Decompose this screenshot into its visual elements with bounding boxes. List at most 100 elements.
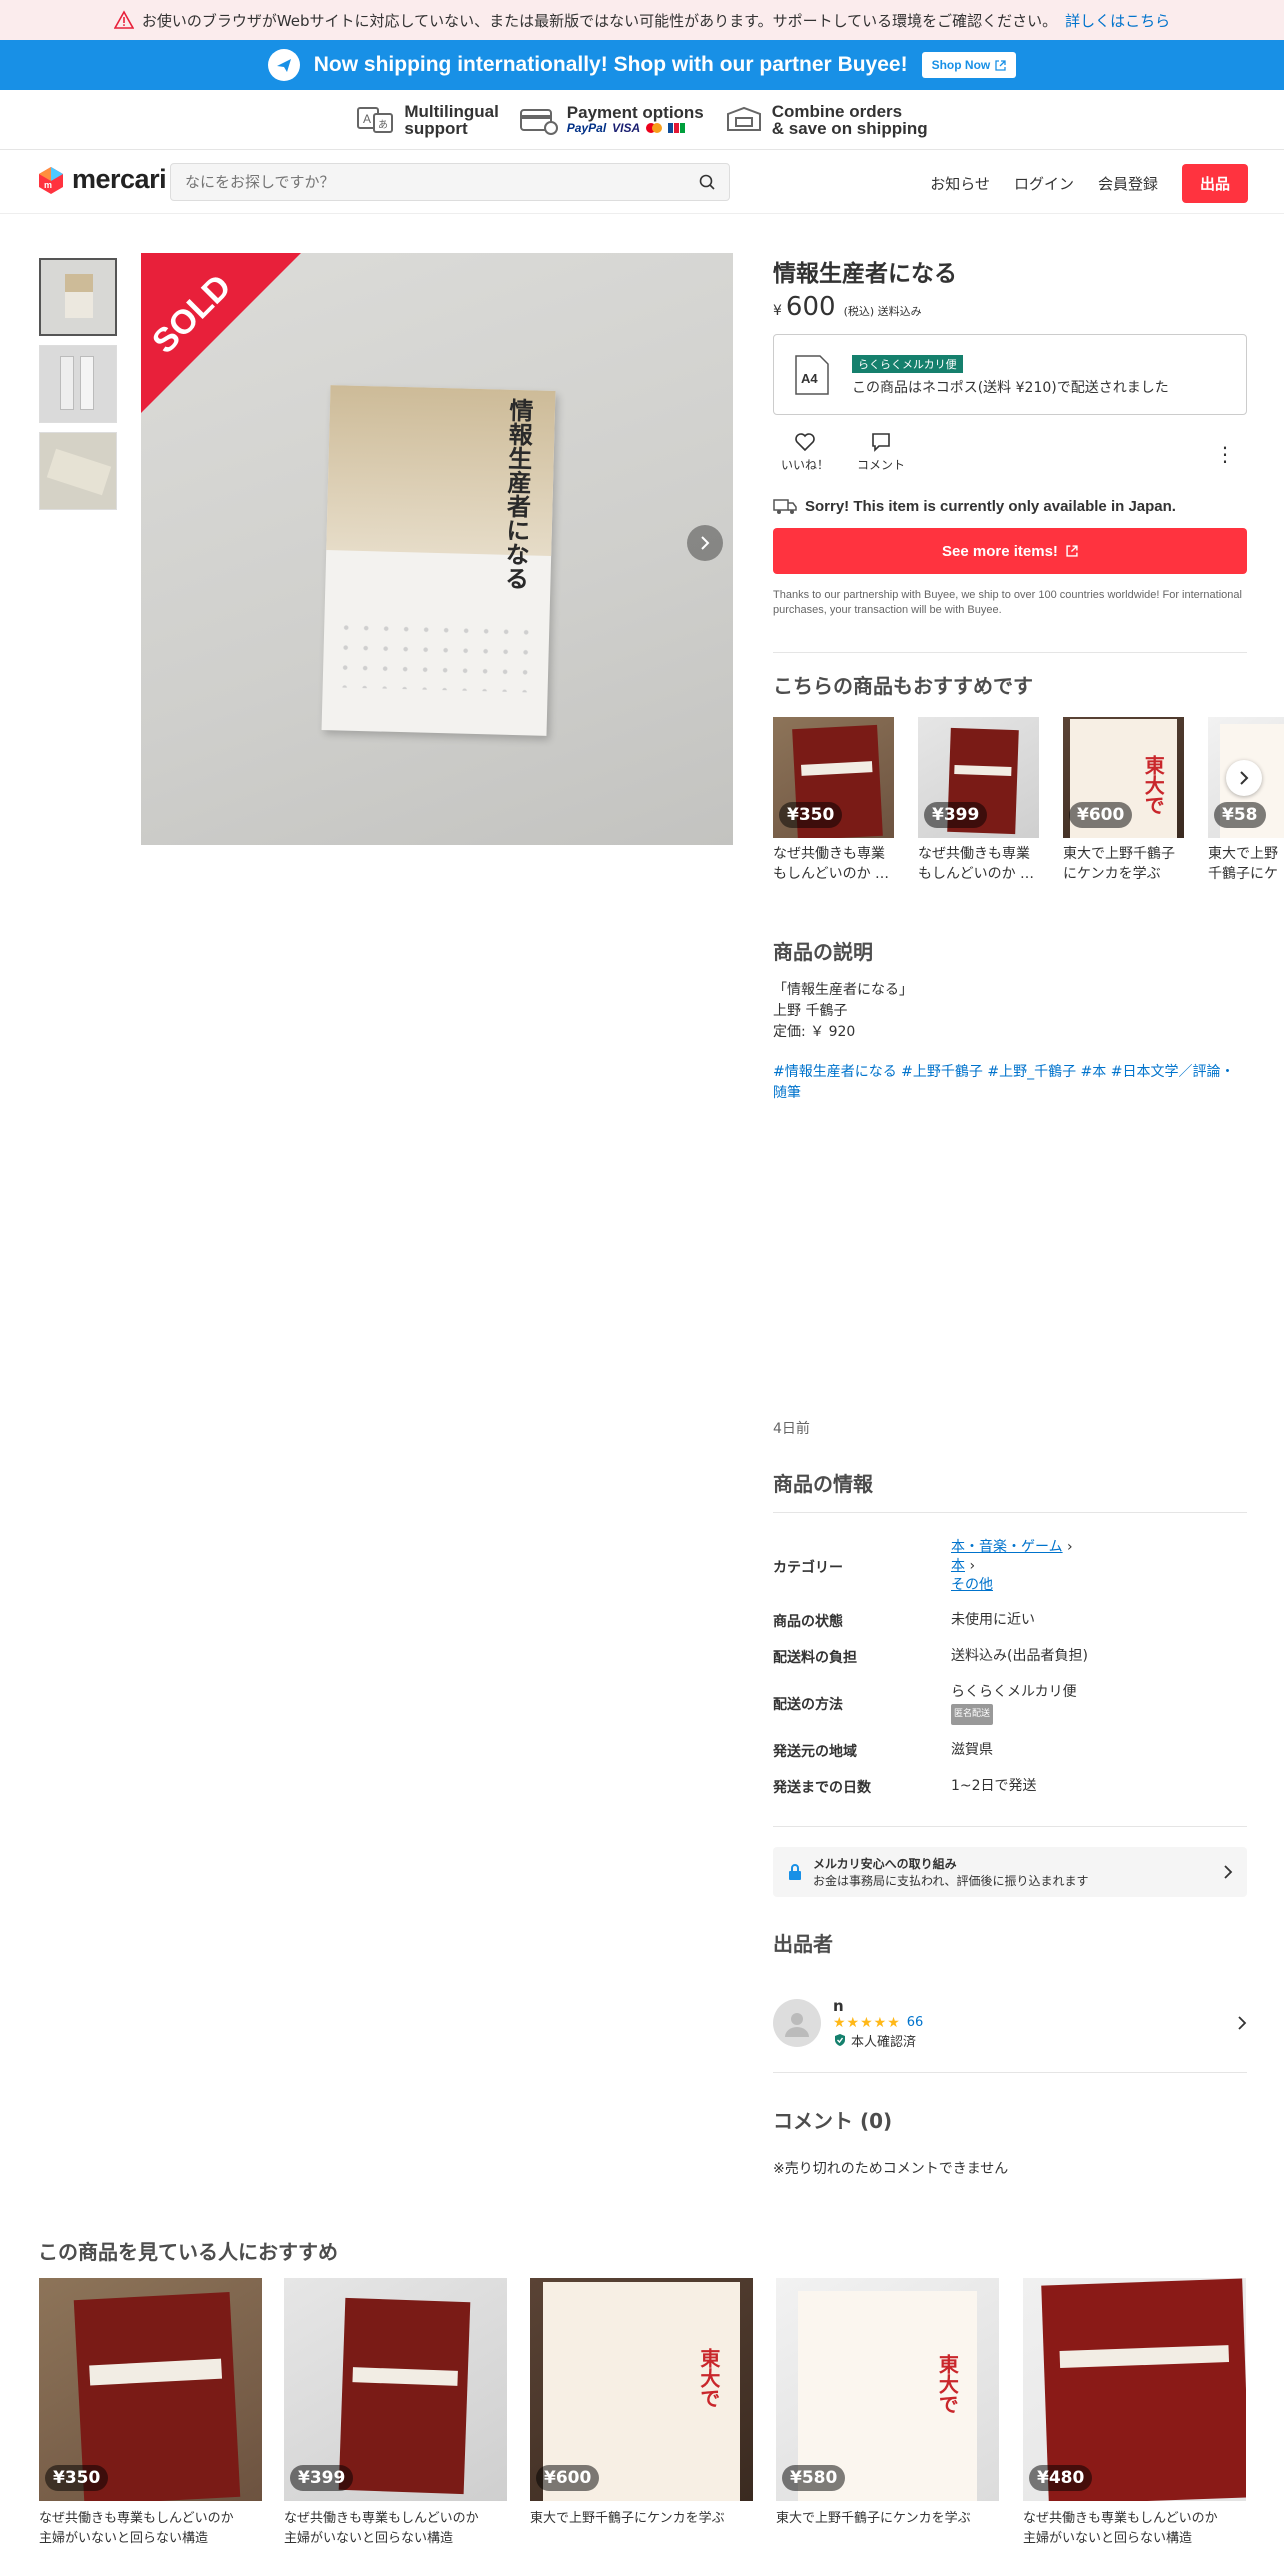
chevron-right-icon	[1240, 771, 1249, 785]
recommend-price: ¥399	[924, 802, 988, 828]
bottom-recommend-item[interactable]: ¥350 なぜ共働きも専業もしんどいのか 主婦がいないと回らない構造	[39, 2278, 262, 2549]
visa-logo: VISA	[612, 121, 641, 135]
shop-now-button[interactable]: Shop Now	[921, 52, 1017, 78]
chevron-right-icon: ›	[969, 1558, 976, 1574]
verified-label: 本人確認済	[851, 2034, 917, 2050]
bottom-recommend-item[interactable]: ¥600 東大で上野千鶴子にケンカを学ぶ	[530, 2278, 753, 2529]
heart-icon	[795, 433, 815, 452]
bottom-item-image: ¥399	[284, 2278, 507, 2501]
divider	[773, 2072, 1247, 2073]
bottom-name-line1: 東大で上野千鶴子にケンカを学ぶ	[776, 2511, 971, 2526]
like-button[interactable]: いいね！	[781, 432, 829, 473]
rating-count: 66	[906, 2015, 924, 2030]
bottom-recommend-item[interactable]: ¥580 東大で上野千鶴子にケンカを学ぶ	[776, 2278, 999, 2529]
feature-line1: Multilingual	[404, 101, 499, 121]
comment-button[interactable]: コメント	[857, 432, 905, 473]
info-key: 配送料の負担	[773, 1650, 857, 1666]
logo-text: mercari	[72, 164, 167, 194]
shop-now-label: Shop Now	[931, 58, 991, 72]
thumbnail-1[interactable]	[39, 258, 117, 336]
warning-details-link[interactable]: 詳しくはこちら	[1065, 10, 1170, 31]
recommend-item[interactable]: ¥58 東大で上野千鶴子にケンカを学ぶ	[1208, 717, 1284, 884]
nav-login[interactable]: ログイン	[1014, 173, 1074, 194]
info-row-method: 配送の方法 らくらくメルカリ便 匿名配送	[773, 1675, 1247, 1733]
image-next-button[interactable]	[687, 525, 723, 561]
see-more-label: See more items!	[942, 542, 1058, 560]
item-price: ¥ 600 (税込) 送料込み	[773, 292, 1247, 322]
more-options-icon[interactable]: ⋮	[1215, 442, 1235, 466]
comment-icon	[872, 433, 890, 452]
avatar	[773, 1999, 821, 2047]
bottom-recommend-item[interactable]: ¥399 なぜ共働きも専業もしんどいのか 主婦がいないと回らない構造	[284, 2278, 507, 2549]
payment-logos: PayPal VISA	[567, 121, 704, 135]
search-icon[interactable]	[699, 174, 715, 190]
safety-sub: お金は事務局に支払われ、評価後に振り込まれます	[813, 1874, 1089, 1888]
recommend-price: ¥600	[1069, 802, 1133, 828]
svg-text:A4: A4	[801, 371, 818, 386]
multilingual-icon: Aあ	[357, 106, 394, 133]
main-product-image[interactable]: 情報生産者になる SOLD	[141, 253, 733, 845]
mastercard-icon	[646, 123, 663, 133]
thumbnail-2[interactable]	[39, 345, 117, 423]
bottom-item-image: ¥350	[39, 2278, 262, 2501]
nav-register[interactable]: 会員登録	[1098, 173, 1158, 194]
payment-icon	[519, 108, 558, 135]
bottom-recommend-item[interactable]: ¥480 なぜ共働きも専業もしんどいのか 主婦がいないと回らない構造	[1023, 2278, 1246, 2549]
external-link-icon	[995, 59, 1006, 71]
shipping-tag: らくらくメルカリ便	[852, 354, 963, 373]
hashtags[interactable]: #情報生産者になる #上野千鶴子 #上野_千鶴子 #本 #日本文学／評論・随筆	[773, 1062, 1247, 1104]
safety-info-box[interactable]: メルカリ安心への取り組み お金は事務局に支払われ、評価後に振り込まれます	[773, 1847, 1247, 1897]
divider	[773, 1826, 1247, 1827]
info-key: 配送の方法	[773, 1697, 843, 1713]
search-input[interactable]	[185, 173, 699, 191]
nav-notifications[interactable]: お知らせ	[930, 173, 990, 194]
recommend-item[interactable]: ¥399 なぜ共働きも専業もしんどいのか …	[918, 717, 1039, 884]
chevron-right-icon: ›	[1067, 1539, 1073, 1555]
item-info-table: カテゴリー 本・音楽・ゲーム › 本 › その他 商品の状態 未使用に近い 配送…	[773, 1530, 1247, 1805]
japan-only-notice: Sorry! This item is currently only avail…	[773, 497, 1247, 515]
thumbnail-3[interactable]	[39, 432, 117, 510]
recommend-name: 東大で上野千鶴子にケンカを学ぶ	[1208, 846, 1278, 882]
recommend-name: なぜ共働きも専業もしんどいのか …	[773, 846, 890, 882]
paypal-logo: PayPal	[566, 121, 607, 135]
category-link[interactable]: その他	[951, 1577, 993, 1593]
mercari-logo[interactable]: m mercari	[36, 164, 167, 195]
verified-icon	[835, 2034, 845, 2046]
truck-icon	[773, 499, 797, 514]
search-bar[interactable]	[170, 163, 730, 201]
bottom-name-line2: 主婦がいないと回らない構造	[39, 2531, 209, 2546]
bottom-name-line1: 東大で上野千鶴子にケンカを学ぶ	[530, 2511, 725, 2526]
info-key: 発送までの日数	[773, 1780, 871, 1796]
header-nav: お知らせ ログイン 会員登録 出品	[930, 164, 1248, 203]
book-dot-pattern	[334, 617, 538, 693]
feature-combine: Combine orders & save on shipping	[724, 103, 928, 137]
recommend-item-image: ¥600	[1063, 717, 1184, 838]
book-photo: 情報生産者になる	[321, 385, 556, 736]
star-rating-icon: ★★★★★	[833, 2014, 901, 2031]
see-more-items-button[interactable]: See more items!	[773, 528, 1247, 574]
anonymous-badge: 匿名配送	[951, 1704, 994, 1725]
like-label: いいね！	[781, 458, 830, 472]
svg-text:あ: あ	[378, 119, 388, 131]
sell-button[interactable]: 出品	[1181, 164, 1248, 203]
recommend-item[interactable]: ¥350 なぜ共働きも専業もしんどいのか …	[773, 717, 894, 884]
lock-icon	[789, 1864, 801, 1880]
recommend-next-button[interactable]	[1226, 760, 1262, 796]
chevron-right-icon	[1238, 2016, 1247, 2030]
buyee-banner[interactable]: Now shipping internationally! Shop with …	[0, 40, 1284, 90]
book-spine-title: 情報生産者になる	[500, 397, 535, 591]
description-line: 定価: ￥ 920	[773, 1024, 856, 1040]
feature-payment: Payment options PayPal VISA	[519, 104, 704, 136]
combine-icon	[726, 106, 761, 131]
seller-name: n	[833, 1996, 844, 2015]
category-link[interactable]: 本	[951, 1558, 965, 1574]
external-link-icon	[1066, 545, 1078, 557]
seller-row[interactable]: n ★★★★★ 66 本人確認済	[773, 1990, 1247, 2056]
info-value: 未使用に近い	[951, 1612, 1035, 1628]
info-row-region: 発送元の地域 滋賀県	[773, 1733, 1247, 1769]
recommend-item[interactable]: ¥600 東大で上野千鶴子にケンカを学ぶ	[1063, 717, 1184, 884]
bottom-name-line2: 主婦がいないと回らない構造	[1023, 2531, 1193, 2546]
recommend-name: なぜ共働きも専業もしんどいのか …	[918, 846, 1035, 882]
category-link[interactable]: 本・音楽・ゲーム	[951, 1539, 1063, 1555]
description-body: 「情報生産者になる」 上野 千鶴子 定価: ￥ 920	[773, 980, 1247, 1043]
